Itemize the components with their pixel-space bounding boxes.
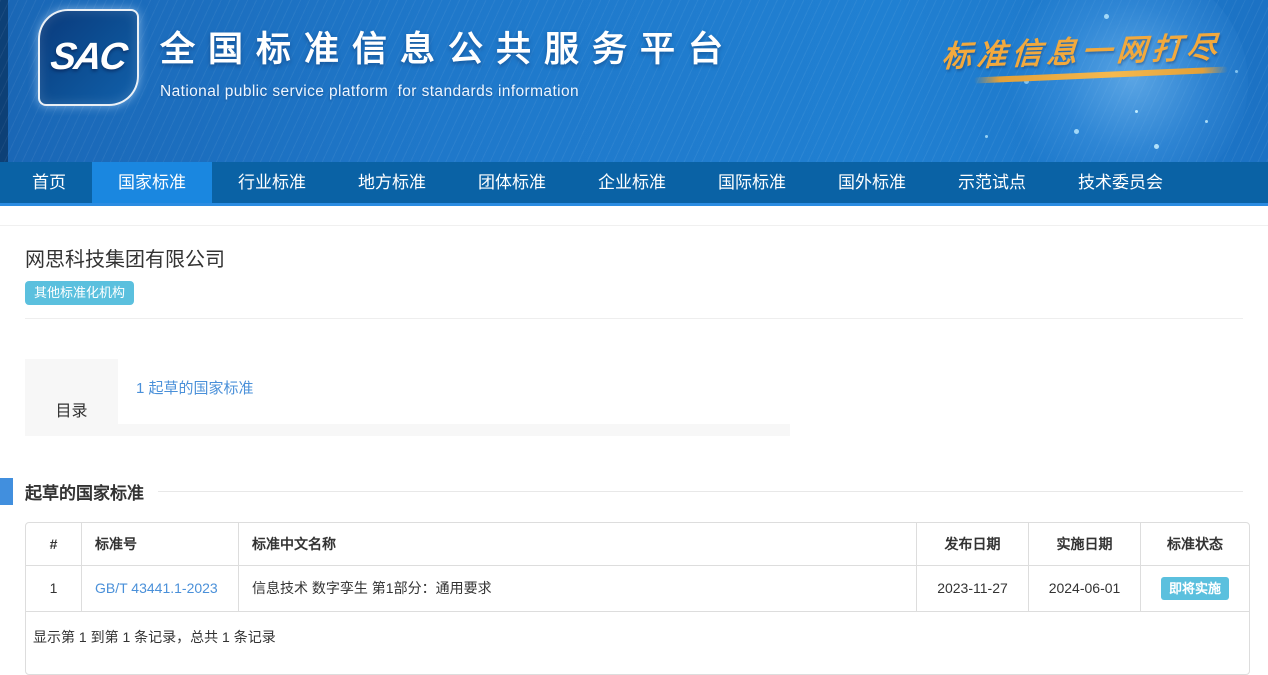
section-marker-icon [0, 478, 13, 505]
section-header: 起草的国家标准 [0, 478, 1268, 505]
nav-tab-foreign-standards[interactable]: 国外标准 [812, 162, 932, 203]
banner-titles: 全国标准信息公共服务平台 National public service pla… [160, 21, 736, 101]
table-header-row: # 标准号 标准中文名称 发布日期 实施日期 标准状态 [26, 523, 1249, 566]
nav-tab-pilot-programs[interactable]: 示范试点 [932, 162, 1052, 203]
column-header-standard-name: 标准中文名称 [238, 523, 916, 566]
cell-publish-date: 2023-11-27 [916, 566, 1028, 613]
column-header-index: # [26, 523, 81, 566]
toc-label: 目录 [25, 359, 118, 436]
organization-divider [25, 318, 1243, 319]
site-subtitle: National public service platform for sta… [160, 83, 736, 101]
main-nav: 首页 国家标准 行业标准 地方标准 团体标准 企业标准 国际标准 国外标准 示范… [0, 162, 1268, 206]
table-row: 1 GB/T 43441.1-2023 信息技术 数字孪生 第1部分：通用要求 … [26, 566, 1249, 613]
table-of-contents: 目录 1 起草的国家标准 [25, 359, 790, 436]
cell-index: 1 [26, 566, 81, 613]
organization-section: 网思科技集团有限公司 其他标准化机构 [0, 243, 1268, 305]
record-count-summary: 显示第 1 到第 1 条记录，总共 1 条记录 [26, 612, 1249, 674]
standards-table-container: # 标准号 标准中文名称 发布日期 实施日期 标准状态 1 GB/T 43441… [25, 522, 1250, 675]
cell-standard-name: 信息技术 数字孪生 第1部分：通用要求 [238, 566, 916, 613]
column-header-publish-date: 发布日期 [916, 523, 1028, 566]
nav-tab-group-standards[interactable]: 团体标准 [452, 162, 572, 203]
nav-tab-national-standards[interactable]: 国家标准 [92, 162, 212, 203]
nav-tab-technical-committees[interactable]: 技术委员会 [1052, 162, 1189, 203]
sparkle-dots [1135, 110, 1138, 113]
sac-logo[interactable]: SAC [38, 9, 139, 106]
section-title: 起草的国家标准 [25, 479, 144, 504]
toc-content: 1 起草的国家标准 [118, 359, 790, 424]
standards-table: # 标准号 标准中文名称 发布日期 实施日期 标准状态 1 GB/T 43441… [26, 523, 1249, 613]
organization-type-badge: 其他标准化机构 [25, 281, 134, 305]
cell-implement-date: 2024-06-01 [1028, 566, 1140, 613]
site-title: 全国标准信息公共服务平台 [160, 21, 736, 72]
sac-logo-text: SAC [48, 36, 128, 79]
nav-tab-local-standards[interactable]: 地方标准 [332, 162, 452, 203]
section-header-line [158, 491, 1243, 492]
content-top-divider [0, 225, 1268, 226]
column-header-implement-date: 实施日期 [1028, 523, 1140, 566]
status-badge: 即将实施 [1161, 577, 1229, 601]
site-banner: SAC 全国标准信息公共服务平台 National public service… [0, 0, 1268, 162]
nav-tab-home[interactable]: 首页 [6, 162, 92, 203]
toc-link-drafted-standards[interactable]: 1 起草的国家标准 [136, 380, 254, 397]
organization-name: 网思科技集团有限公司 [25, 243, 1268, 272]
column-header-status: 标准状态 [1140, 523, 1249, 566]
nav-tab-enterprise-standards[interactable]: 企业标准 [572, 162, 692, 203]
standard-code-link[interactable]: GB/T 43441.1-2023 [95, 580, 218, 596]
nav-tab-international-standards[interactable]: 国际标准 [692, 162, 812, 203]
nav-tab-industry-standards[interactable]: 行业标准 [212, 162, 332, 203]
column-header-standard-code: 标准号 [81, 523, 238, 566]
